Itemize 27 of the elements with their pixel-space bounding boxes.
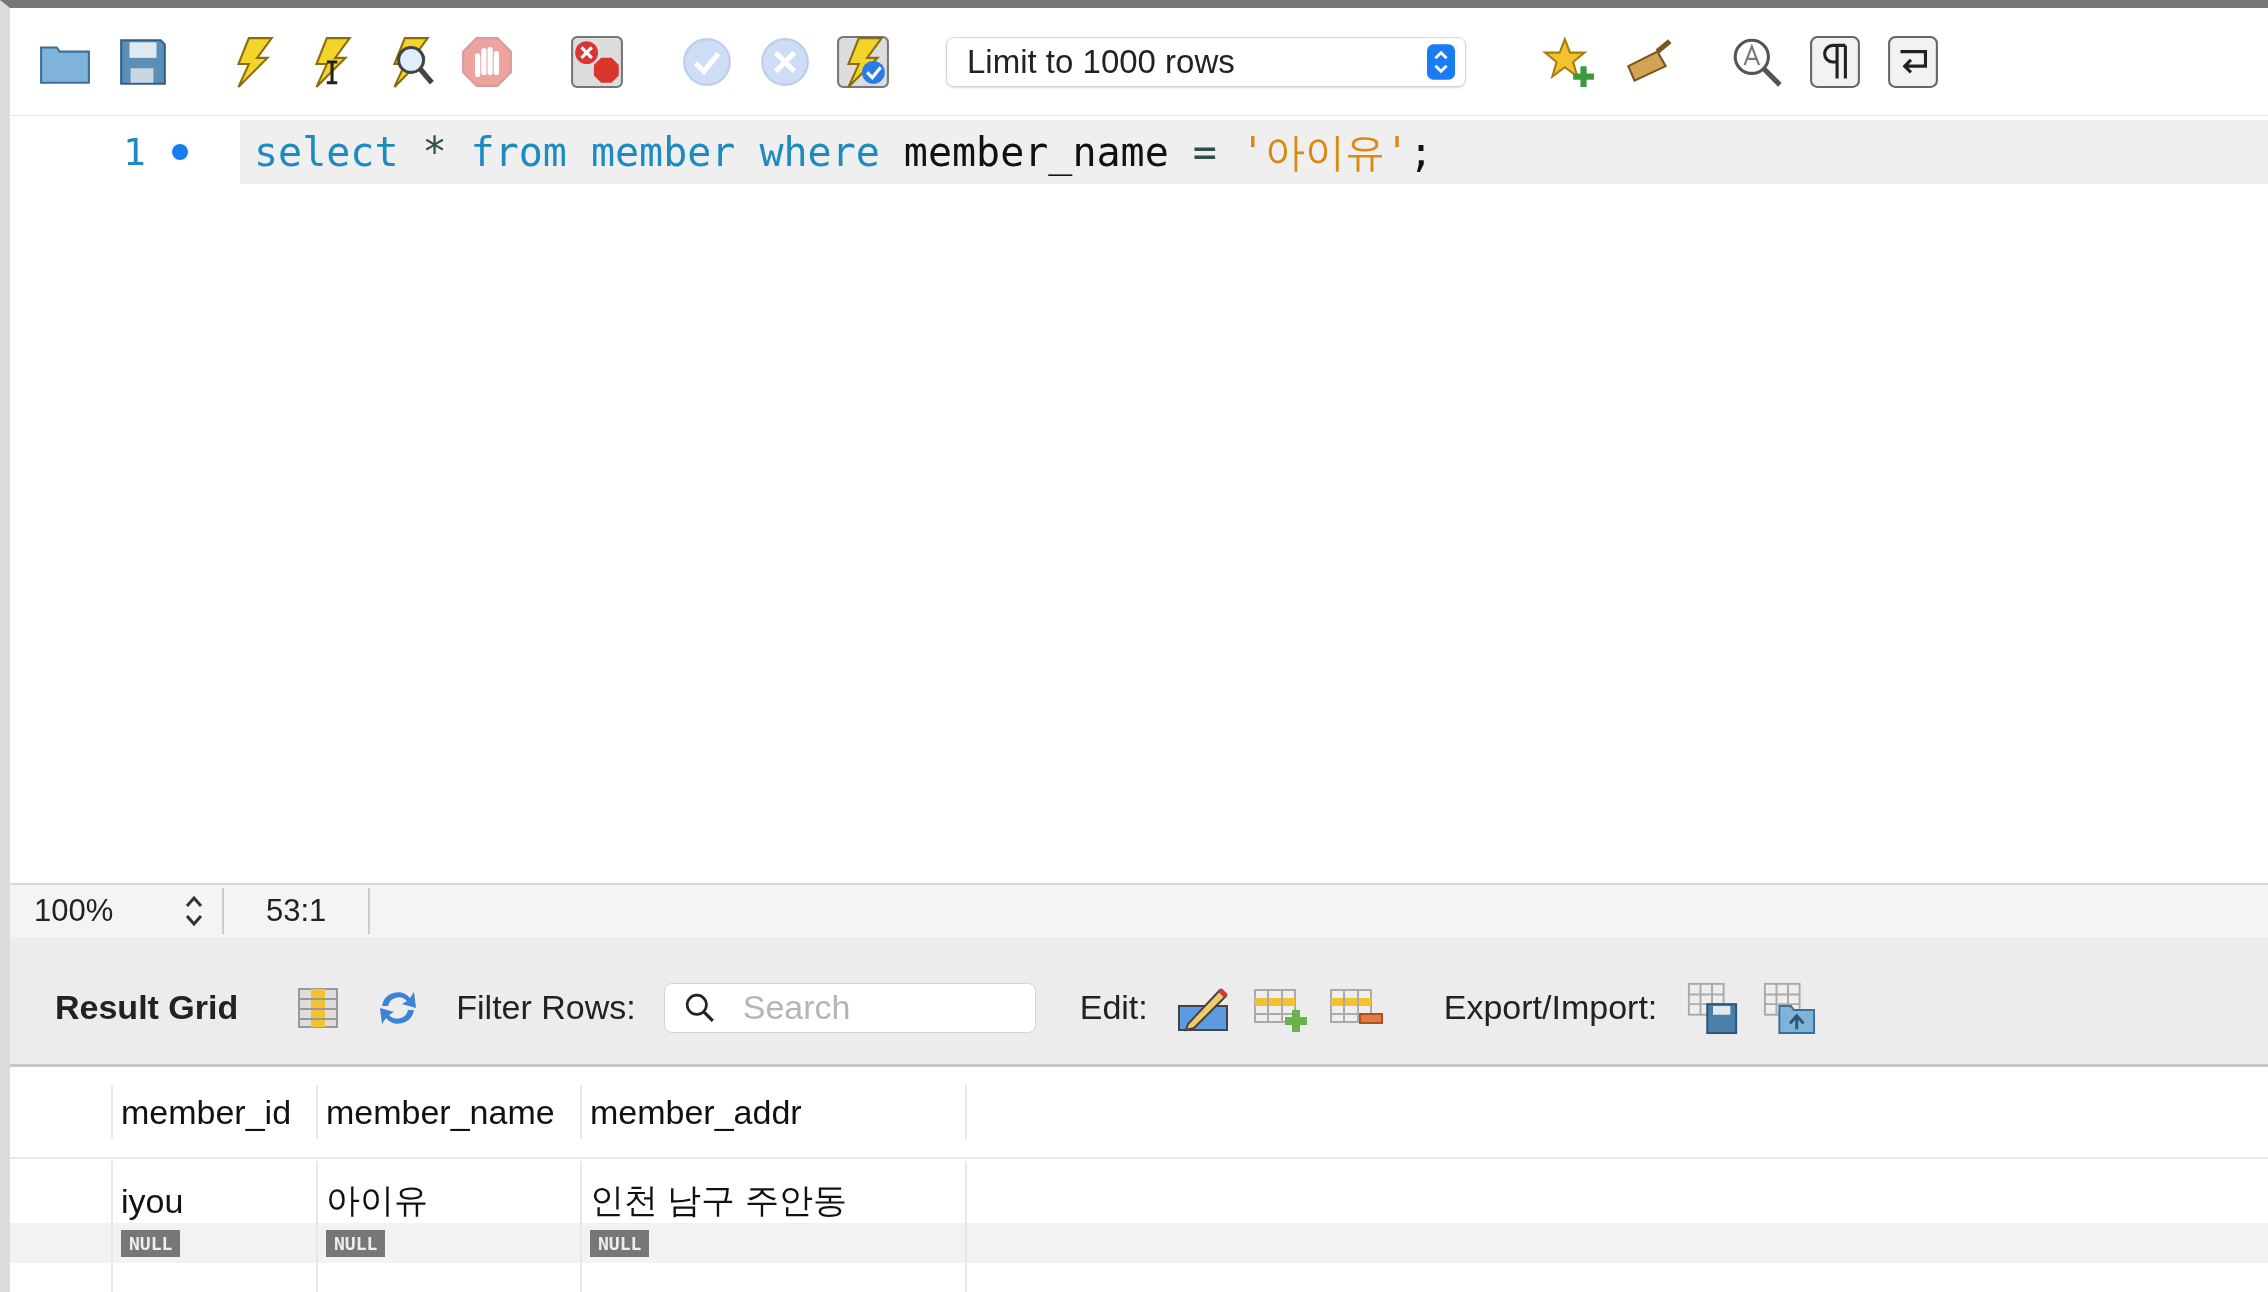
null-badge: NULL xyxy=(326,1229,386,1257)
result-grid-tab[interactable]: Result Grid xyxy=(55,988,239,1027)
filter-rows-label: Filter Rows: xyxy=(456,988,636,1027)
star-plus-icon[interactable] xyxy=(1542,34,1596,89)
limit-rows-dropdown[interactable]: Limit to 1000 rows xyxy=(946,36,1466,87)
zoom-level[interactable]: 100% xyxy=(34,893,184,929)
import-icon[interactable] xyxy=(1761,980,1818,1035)
null-badge: NULL xyxy=(121,1229,181,1257)
table-cell: iyou xyxy=(121,1181,184,1221)
wrap-icon[interactable] xyxy=(1886,34,1940,89)
null-badge: NULL xyxy=(590,1229,650,1257)
stepper-icon[interactable] xyxy=(184,894,204,928)
table-cell-text: 인천 남구 주안동 xyxy=(590,1180,847,1221)
column-header[interactable]: member_name xyxy=(326,1092,555,1132)
line-number: 1 xyxy=(123,130,146,174)
table-cell-text: 아이유 xyxy=(326,1180,428,1221)
lightning-check-icon[interactable] xyxy=(836,34,890,89)
search-field[interactable]: Search xyxy=(663,982,1036,1033)
column-header[interactable]: member_addr xyxy=(590,1092,802,1132)
search-icon xyxy=(683,991,716,1024)
column-header[interactable]: member_id xyxy=(121,1092,292,1132)
stop-on-error-icon[interactable] xyxy=(570,34,624,89)
pilcrow-icon[interactable] xyxy=(1808,34,1862,89)
cursor-position: 53:1 xyxy=(265,893,328,929)
stepper-icon xyxy=(1427,43,1455,80)
export-import-label: Export/Import: xyxy=(1443,988,1658,1027)
edit-label: Edit: xyxy=(1079,988,1148,1027)
